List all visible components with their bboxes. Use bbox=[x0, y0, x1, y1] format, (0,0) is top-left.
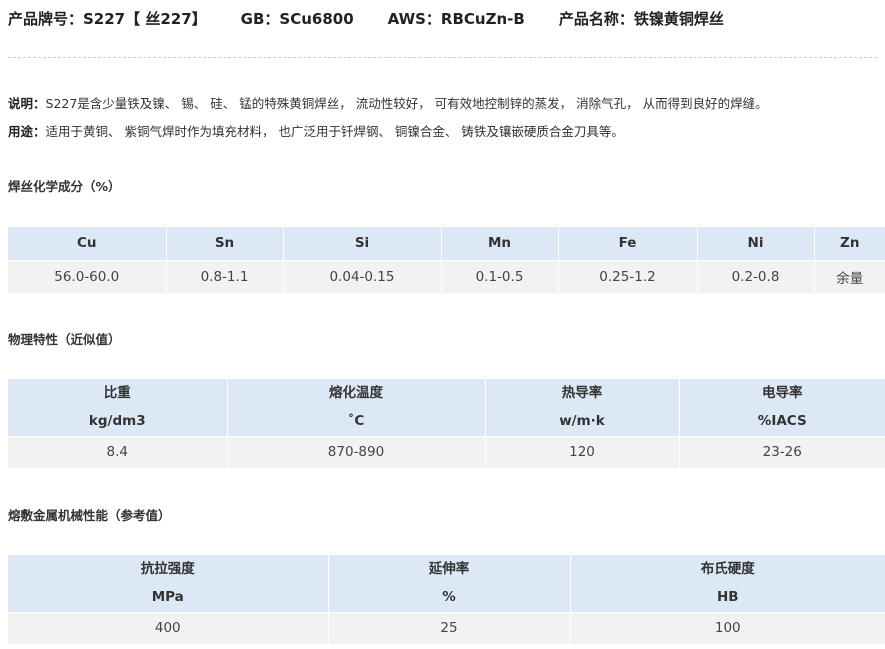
description-text: S227是含少量铁及镍、 锡、 硅、 锰的特殊黄铜焊丝， 流动性较好， 可有效地… bbox=[45, 96, 768, 111]
header-name: 熔化温度 bbox=[329, 385, 383, 402]
header-cell: Mn bbox=[441, 227, 559, 260]
value-cell: 0.25-1.2 bbox=[558, 259, 698, 293]
header-unit: kg/dm3 bbox=[88, 413, 146, 430]
header-cell: Ni bbox=[697, 227, 815, 260]
header-unit: % bbox=[442, 589, 456, 606]
header-cell: 比重 kg/dm3 bbox=[8, 379, 228, 436]
header-name: 延伸率 bbox=[428, 561, 470, 578]
mechanical-title: 熔敷金属机械性能（参考值） bbox=[8, 508, 171, 523]
composition-title: 焊丝化学成分（%） bbox=[8, 179, 121, 194]
header-cell: Cu bbox=[8, 227, 167, 260]
header-name: 布氏硬度 bbox=[700, 561, 755, 578]
header-cell: 布氏硬度 HB bbox=[570, 555, 885, 612]
physical-title: 物理特性（近似值） bbox=[8, 332, 121, 347]
value-cell: 余量 bbox=[814, 259, 885, 293]
header-unit: MPa bbox=[151, 589, 184, 606]
value-cell: 0.04-0.15 bbox=[283, 259, 442, 293]
description: 说明：S227是含少量铁及镍、 锡、 硅、 锰的特殊黄铜焊丝， 流动性较好， 可… bbox=[8, 93, 768, 112]
header-unit: ˚C bbox=[347, 413, 365, 430]
usage: 用途：适用于黄铜、 紫铜气焊时作为填充材料， 也广泛用于钎焊钢、 铜镍合金、 铸… bbox=[8, 121, 624, 140]
composition-table: Cu Sn Si Mn Fe Ni Zn 56.0-60.0 0.8-1.1 0… bbox=[8, 227, 885, 293]
header-unit: HB bbox=[716, 589, 739, 606]
header-unit: w/m·k bbox=[559, 413, 605, 430]
value-cell: 870-890 bbox=[227, 435, 486, 468]
header-name: 抗拉强度 bbox=[140, 561, 195, 578]
gb-standard: GB：SCu6800 bbox=[240, 10, 354, 28]
divider bbox=[8, 57, 877, 58]
header-cell: 延伸率% bbox=[328, 555, 571, 612]
header-cell: Fe bbox=[558, 227, 698, 260]
value-cell: 23-26 bbox=[679, 435, 885, 468]
mechanical-table: 抗拉强度 MPa 延伸率% 布氏硬度 HB 400 25 100 bbox=[8, 555, 885, 644]
value-cell: 25 bbox=[328, 611, 571, 644]
header-cell: Sn bbox=[166, 227, 284, 260]
header-cell: 抗拉强度 MPa bbox=[8, 555, 329, 612]
mechanical-value-row: 400 25 100 bbox=[8, 611, 885, 644]
value-cell: 400 bbox=[8, 611, 329, 644]
header-name: 热导率 bbox=[561, 385, 603, 402]
header-cell: Si bbox=[283, 227, 442, 260]
composition-value-row: 56.0-60.0 0.8-1.1 0.04-0.15 0.1-0.5 0.25… bbox=[8, 259, 885, 293]
aws-standard: AWS：RBCuZn-B bbox=[387, 10, 525, 28]
usage-text: 适用于黄铜、 紫铜气焊时作为填充材料， 也广泛用于钎焊钢、 铜镍合金、 铸铁及镶… bbox=[45, 124, 624, 139]
description-label: 说明： bbox=[8, 96, 46, 111]
product-name: 产品名称：铁镍黄铜焊丝 bbox=[558, 10, 724, 28]
composition-header-row: Cu Sn Si Mn Fe Ni Zn bbox=[8, 227, 885, 260]
value-cell: 0.1-0.5 bbox=[441, 259, 559, 293]
header-cell: 电导率 %IACS bbox=[679, 379, 885, 436]
physical-header-row: 比重 kg/dm3 熔化温度 ˚C 热导率 w/m·k 电导率 %IACS bbox=[8, 379, 885, 436]
header-cell: 熔化温度 ˚C bbox=[227, 379, 486, 436]
value-cell: 120 bbox=[485, 435, 680, 468]
value-cell: 56.0-60.0 bbox=[8, 259, 167, 293]
value-cell: 0.8-1.1 bbox=[166, 259, 284, 293]
header-name: 比重 bbox=[103, 385, 131, 402]
physical-value-row: 8.4 870-890 120 23-26 bbox=[8, 435, 885, 468]
value-cell: 0.2-0.8 bbox=[697, 259, 815, 293]
header-name: 电导率 bbox=[762, 385, 803, 402]
header-unit: %IACS bbox=[757, 413, 807, 430]
mechanical-header-row: 抗拉强度 MPa 延伸率% 布氏硬度 HB bbox=[8, 555, 885, 612]
value-cell: 100 bbox=[570, 611, 885, 644]
usage-label: 用途： bbox=[8, 124, 46, 139]
product-header: 产品牌号：S227【 丝227】 GB：SCu6800 AWS：RBCuZn-B… bbox=[8, 8, 758, 30]
header-cell: 热导率 w/m·k bbox=[485, 379, 680, 436]
header-cell: Zn bbox=[814, 227, 885, 260]
physical-table: 比重 kg/dm3 熔化温度 ˚C 热导率 w/m·k 电导率 %IACS 8.4 87… bbox=[8, 379, 885, 468]
product-number: 产品牌号：S227【 丝227】 bbox=[8, 10, 207, 28]
value-cell: 8.4 bbox=[8, 435, 228, 468]
